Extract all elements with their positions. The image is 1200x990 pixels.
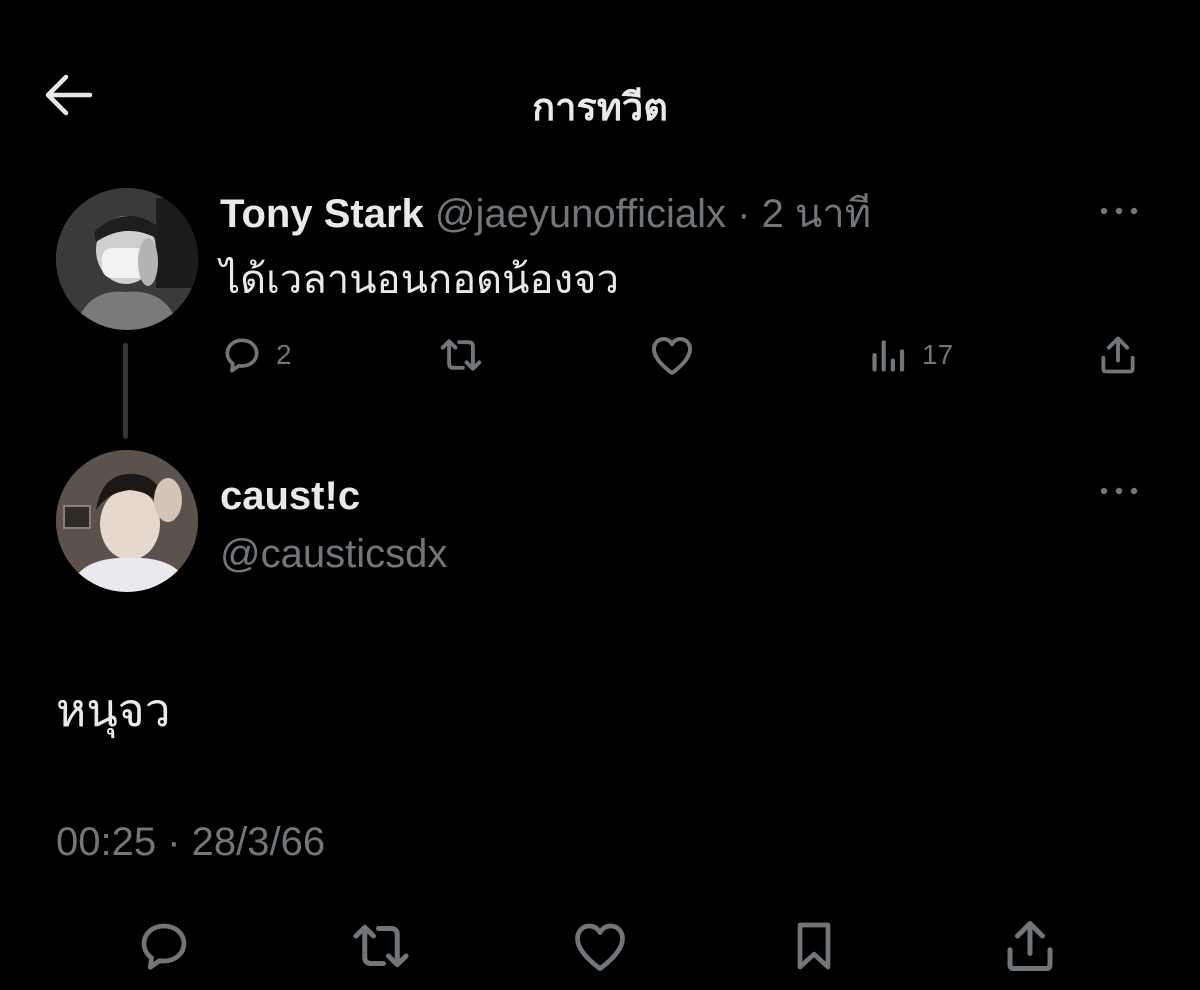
thread-connector-line: [123, 343, 128, 439]
tweet-timestamp[interactable]: 00:25 · 28/3/66: [56, 816, 325, 868]
share-icon: [1101, 336, 1135, 374]
views-button[interactable]: 17: [866, 330, 953, 380]
author-handle[interactable]: @jaeyunofficialx: [435, 192, 726, 236]
reply-button[interactable]: 2: [220, 330, 292, 380]
more-horizontal-icon: [1100, 207, 1138, 215]
share-button[interactable]: [1096, 330, 1140, 380]
tweet-text: หนุจว: [56, 684, 171, 736]
tweet-meta: Tony Stark @jaeyunofficialx · 2 นาที: [220, 188, 871, 240]
retweet-icon: [353, 924, 409, 968]
reply-icon: [141, 923, 187, 970]
reply-button[interactable]: [134, 916, 194, 976]
page-title: การทวีต: [532, 87, 668, 129]
heart-icon: [652, 337, 692, 375]
tweet-text: ได้เวลานอนกอดน้องจว: [220, 258, 619, 302]
author-name[interactable]: caust!c: [220, 470, 360, 522]
heart-icon: [575, 923, 625, 971]
bookmark-button[interactable]: [786, 916, 842, 976]
retweet-icon: [440, 339, 482, 371]
retweet-button[interactable]: [436, 330, 498, 380]
like-button[interactable]: [648, 330, 708, 380]
more-horizontal-icon: [1100, 487, 1138, 495]
author-name[interactable]: Tony Stark: [220, 192, 424, 236]
avatar[interactable]: [56, 188, 198, 330]
tweet-time-ago[interactable]: 2 นาที: [762, 192, 872, 236]
analytics-icon: [872, 340, 905, 372]
reply-icon: [225, 338, 259, 373]
avatar[interactable]: [56, 450, 198, 592]
bookmark-icon: [797, 922, 831, 970]
more-options-button[interactable]: [1094, 476, 1144, 506]
share-icon: [1007, 921, 1053, 971]
reply-count: 2: [276, 339, 292, 370]
retweet-button[interactable]: [348, 916, 414, 976]
author-handle[interactable]: @causticsdx: [220, 528, 447, 580]
more-options-button[interactable]: [1094, 196, 1144, 226]
view-count: 17: [922, 339, 954, 370]
like-button[interactable]: [570, 916, 630, 976]
meta-separator: ·: [737, 192, 751, 236]
share-button[interactable]: [1000, 916, 1060, 976]
